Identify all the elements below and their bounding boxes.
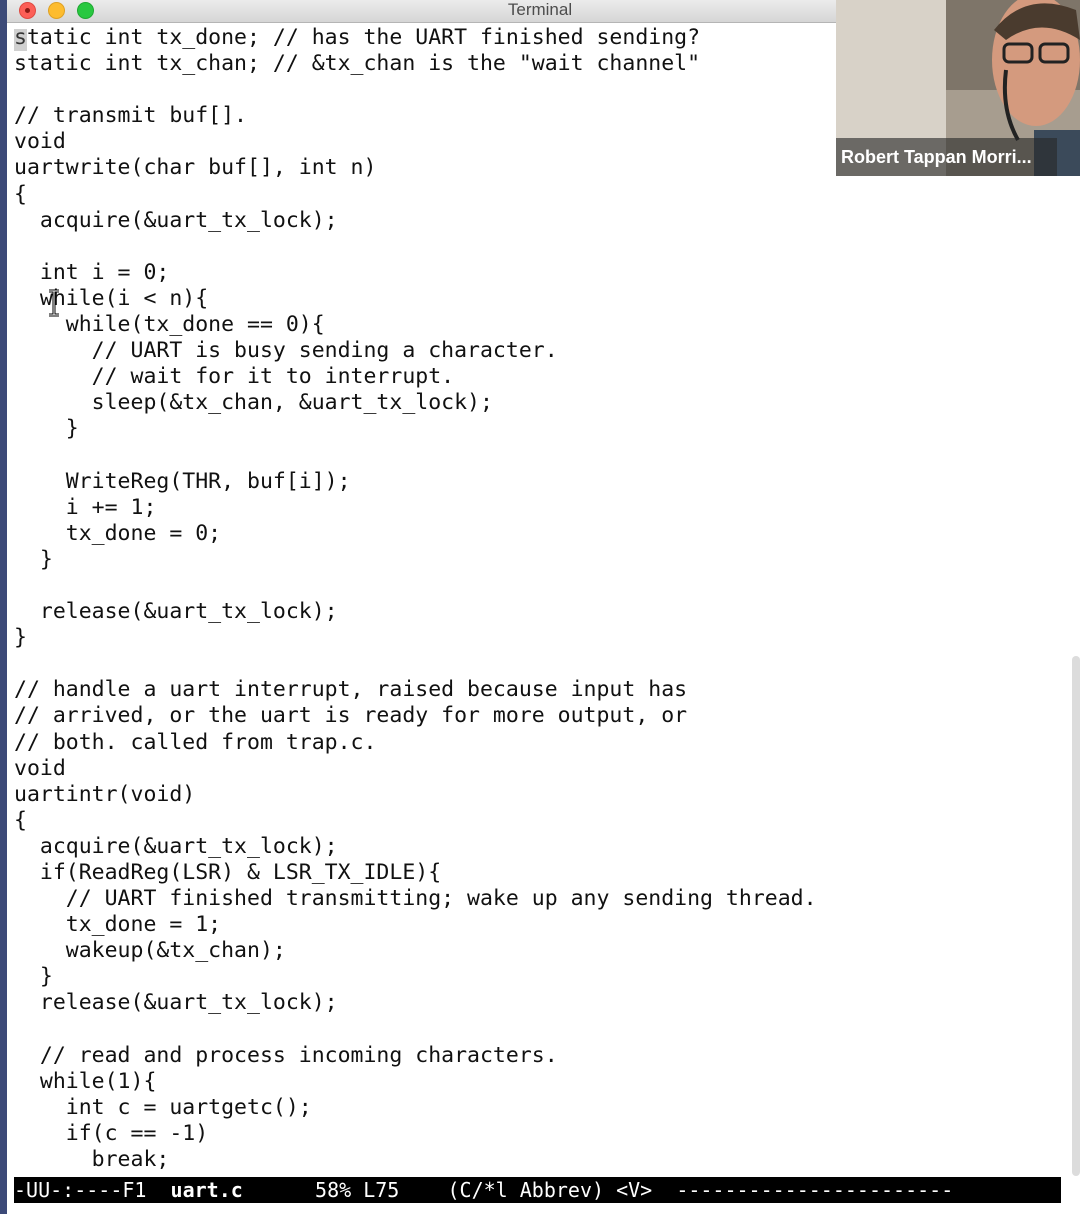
code-line[interactable]: // handle a uart interrupt, raised becau… bbox=[14, 677, 1064, 703]
participant-video-tile[interactable]: Robert Tappan Morri... bbox=[836, 0, 1080, 176]
code-line[interactable]: } bbox=[14, 625, 1064, 651]
text-cursor bbox=[14, 29, 27, 51]
participant-name-label: Robert Tappan Morri... bbox=[836, 138, 1057, 176]
code-line[interactable]: { bbox=[14, 182, 1064, 208]
code-line[interactable]: release(&uart_tx_lock); bbox=[14, 599, 1064, 625]
code-line[interactable]: break; bbox=[14, 1147, 1064, 1173]
code-line[interactable]: } bbox=[14, 547, 1064, 573]
code-line[interactable]: acquire(&uart_tx_lock); bbox=[14, 208, 1064, 234]
code-line[interactable]: // arrived, or the uart is ready for mor… bbox=[14, 703, 1064, 729]
code-editor[interactable]: static int tx_done; // has the UART fini… bbox=[14, 25, 1064, 1175]
code-line[interactable]: wakeup(&tx_chan); bbox=[14, 938, 1064, 964]
code-line[interactable]: while(i < n){ bbox=[14, 286, 1064, 312]
code-line[interactable]: if(ReadReg(LSR) & LSR_TX_IDLE){ bbox=[14, 860, 1064, 886]
code-line[interactable]: // both. called from trap.c. bbox=[14, 730, 1064, 756]
code-line[interactable]: void bbox=[14, 756, 1064, 782]
code-line[interactable]: while(tx_done == 0){ bbox=[14, 312, 1064, 338]
code-line[interactable]: uartintr(void) bbox=[14, 782, 1064, 808]
code-line[interactable] bbox=[14, 1017, 1064, 1043]
code-line[interactable]: if(c == -1) bbox=[14, 1121, 1064, 1147]
code-line[interactable]: sleep(&tx_chan, &uart_tx_lock); bbox=[14, 390, 1064, 416]
code-line[interactable]: tx_done = 1; bbox=[14, 912, 1064, 938]
modeline-gap-1 bbox=[243, 1178, 315, 1202]
code-line[interactable]: tx_done = 0; bbox=[14, 521, 1064, 547]
code-line[interactable]: int i = 0; bbox=[14, 260, 1064, 286]
modeline-gap-2 bbox=[399, 1178, 447, 1202]
modeline-gap-3 bbox=[652, 1178, 676, 1202]
modeline-position: 58% L75 bbox=[315, 1178, 400, 1202]
code-line[interactable]: // wait for it to interrupt. bbox=[14, 364, 1064, 390]
code-line[interactable]: release(&uart_tx_lock); bbox=[14, 990, 1064, 1016]
ibeam-cursor-icon bbox=[49, 289, 59, 317]
code-line[interactable] bbox=[14, 443, 1064, 469]
code-line[interactable] bbox=[14, 573, 1064, 599]
code-line[interactable]: // read and process incoming characters. bbox=[14, 1043, 1064, 1069]
code-line[interactable]: while(1){ bbox=[14, 1069, 1064, 1095]
code-line[interactable]: { bbox=[14, 808, 1064, 834]
code-line[interactable]: acquire(&uart_tx_lock); bbox=[14, 834, 1064, 860]
modeline-buffer-name: uart.c bbox=[170, 1178, 243, 1202]
code-line[interactable] bbox=[14, 234, 1064, 260]
modeline-status: -UU-:----F1 bbox=[14, 1178, 171, 1202]
code-line[interactable]: // UART finished transmitting; wake up a… bbox=[14, 886, 1064, 912]
code-line[interactable] bbox=[14, 651, 1064, 677]
modeline-mode: (C/*l Abbrev) <V> bbox=[447, 1178, 653, 1202]
code-line[interactable]: } bbox=[14, 416, 1064, 442]
vertical-scrollbar[interactable] bbox=[1072, 656, 1080, 1176]
emacs-modeline: -UU-:----F1 uart.c 58% L75 (C/*l Abbrev)… bbox=[14, 1177, 1061, 1203]
code-line[interactable]: } bbox=[14, 964, 1064, 990]
code-line[interactable]: int c = uartgetc(); bbox=[14, 1095, 1064, 1121]
modeline-fill: ----------------------- bbox=[676, 1178, 954, 1202]
screen: Terminal static int tx_done; // has the … bbox=[0, 0, 1080, 1214]
code-line[interactable]: i += 1; bbox=[14, 495, 1064, 521]
desktop-edge bbox=[0, 0, 7, 1214]
code-line[interactable]: // UART is busy sending a character. bbox=[14, 338, 1064, 364]
code-line[interactable]: WriteReg(THR, buf[i]); bbox=[14, 469, 1064, 495]
